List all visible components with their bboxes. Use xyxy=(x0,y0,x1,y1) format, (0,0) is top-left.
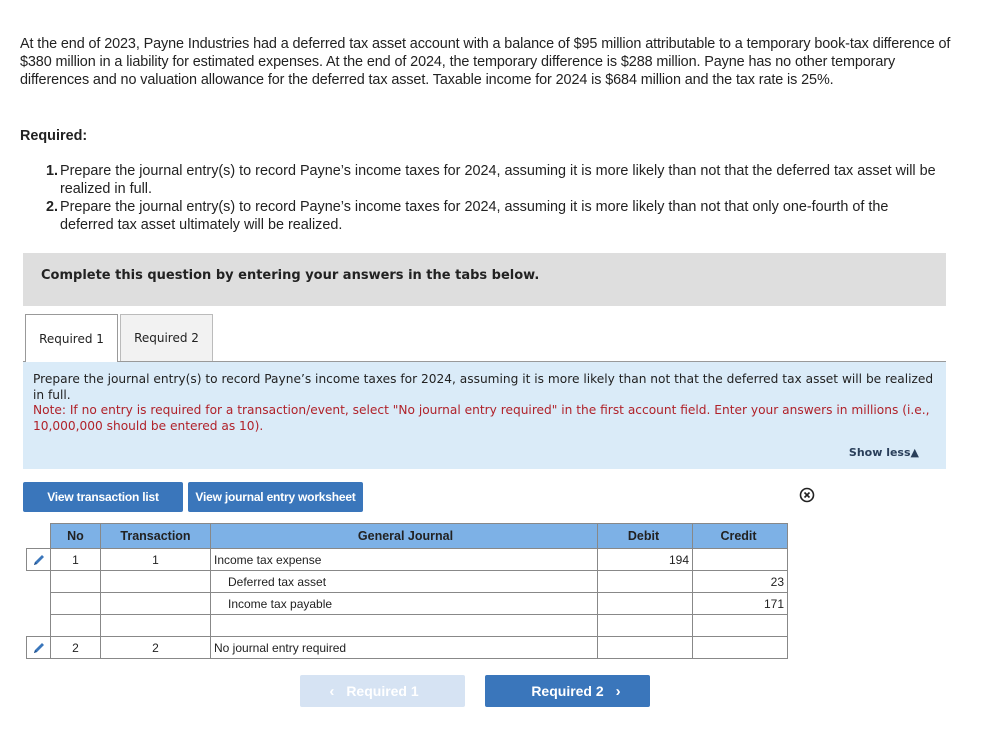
transaction-column-header: Transaction xyxy=(100,523,211,549)
credit-cell[interactable]: 171 xyxy=(692,592,788,615)
account-cell[interactable]: Income tax payable xyxy=(210,592,598,615)
entry-no xyxy=(50,570,101,593)
entry-transaction xyxy=(100,570,211,593)
account-cell[interactable] xyxy=(210,614,598,637)
no-column-header: No xyxy=(50,523,101,549)
credit-cell[interactable] xyxy=(692,636,788,659)
journal-row: 2 2 No journal entry required xyxy=(26,636,788,659)
required-item-text: Prepare the journal entry(s) to record P… xyxy=(60,199,889,233)
panel-prompt: Prepare the journal entry(s) to record P… xyxy=(33,372,934,402)
journal-row xyxy=(26,614,788,637)
required-heading: Required: xyxy=(20,128,88,144)
credit-column-header: Credit xyxy=(692,523,788,549)
entry-no xyxy=(50,592,101,615)
next-required-2-button[interactable]: ‹ Required 2 › xyxy=(485,675,650,707)
journal-header-row: No Transaction General Journal Debit Cre… xyxy=(26,523,788,549)
required-list: 1. Prepare the journal entry(s) to recor… xyxy=(46,162,946,234)
entry-no: 1 xyxy=(50,548,101,571)
edit-cell-empty xyxy=(26,614,51,637)
debit-cell[interactable] xyxy=(597,614,693,637)
prev-button-label: Required 1 xyxy=(346,683,419,699)
tab-panel: Prepare the journal entry(s) to record P… xyxy=(23,361,946,469)
view-journal-worksheet-button[interactable]: View journal entry worksheet xyxy=(188,482,363,512)
instruction-banner: Complete this question by entering your … xyxy=(23,253,946,306)
show-less-label: Show less xyxy=(848,446,911,459)
next-button-label: Required 2 xyxy=(531,683,604,699)
entry-transaction: 2 xyxy=(100,636,211,659)
prev-required-1-button[interactable]: ‹ Required 1 › xyxy=(300,675,465,707)
entry-transaction: 1 xyxy=(100,548,211,571)
debit-cell[interactable] xyxy=(597,592,693,615)
entry-no xyxy=(50,614,101,637)
view-transaction-list-button[interactable]: View transaction list xyxy=(23,482,183,512)
chevron-left-icon: ‹ xyxy=(329,682,335,700)
credit-cell[interactable]: 23 xyxy=(692,570,788,593)
required-item-text: Prepare the journal entry(s) to record P… xyxy=(60,163,936,197)
account-cell[interactable]: No journal entry required xyxy=(210,636,598,659)
account-cell[interactable]: Deferred tax asset xyxy=(210,570,598,593)
tab-required-2[interactable]: Required 2 xyxy=(120,314,213,361)
show-less-link[interactable]: Show less▲ xyxy=(849,446,919,459)
instruction-text: Complete this question by entering your … xyxy=(41,268,540,283)
general-journal-column-header: General Journal xyxy=(210,523,598,549)
journal-row: 1 1 Income tax expense 194 xyxy=(26,548,788,571)
panel-note: Note: If no entry is required for a tran… xyxy=(33,403,930,433)
journal-row: Deferred tax asset 23 xyxy=(26,570,788,593)
edit-entry-2-button[interactable] xyxy=(26,636,51,659)
pencil-icon xyxy=(33,642,44,653)
journal-table: No Transaction General Journal Debit Cre… xyxy=(26,523,788,659)
tab-required-1[interactable]: Required 1 xyxy=(25,314,118,362)
panel-text: Prepare the journal entry(s) to record P… xyxy=(33,372,938,434)
entry-transaction xyxy=(100,592,211,615)
account-cell[interactable]: Income tax expense xyxy=(210,548,598,571)
edit-column-header xyxy=(26,523,51,549)
edit-cell-empty xyxy=(26,592,51,615)
debit-column-header: Debit xyxy=(597,523,693,549)
required-item-number: 1. xyxy=(46,163,59,179)
circle-x-icon[interactable] xyxy=(799,487,815,503)
edit-entry-1-button[interactable] xyxy=(26,548,51,571)
required-item-1: 1. Prepare the journal entry(s) to recor… xyxy=(46,162,946,198)
debit-cell[interactable] xyxy=(597,636,693,659)
pencil-icon xyxy=(33,554,44,565)
journal-row: Income tax payable 171 xyxy=(26,592,788,615)
chevron-right-icon: › xyxy=(615,682,621,700)
problem-statement: At the end of 2023, Payne Industries had… xyxy=(20,36,951,88)
credit-cell[interactable] xyxy=(692,548,788,571)
triangle-up-icon: ▲ xyxy=(910,446,919,459)
edit-cell-empty xyxy=(26,570,51,593)
credit-cell[interactable] xyxy=(692,614,788,637)
debit-cell[interactable]: 194 xyxy=(597,548,693,571)
entry-transaction xyxy=(100,614,211,637)
entry-no: 2 xyxy=(50,636,101,659)
required-item-number: 2. xyxy=(46,199,59,215)
required-item-2: 2. Prepare the journal entry(s) to recor… xyxy=(46,198,946,234)
debit-cell[interactable] xyxy=(597,570,693,593)
